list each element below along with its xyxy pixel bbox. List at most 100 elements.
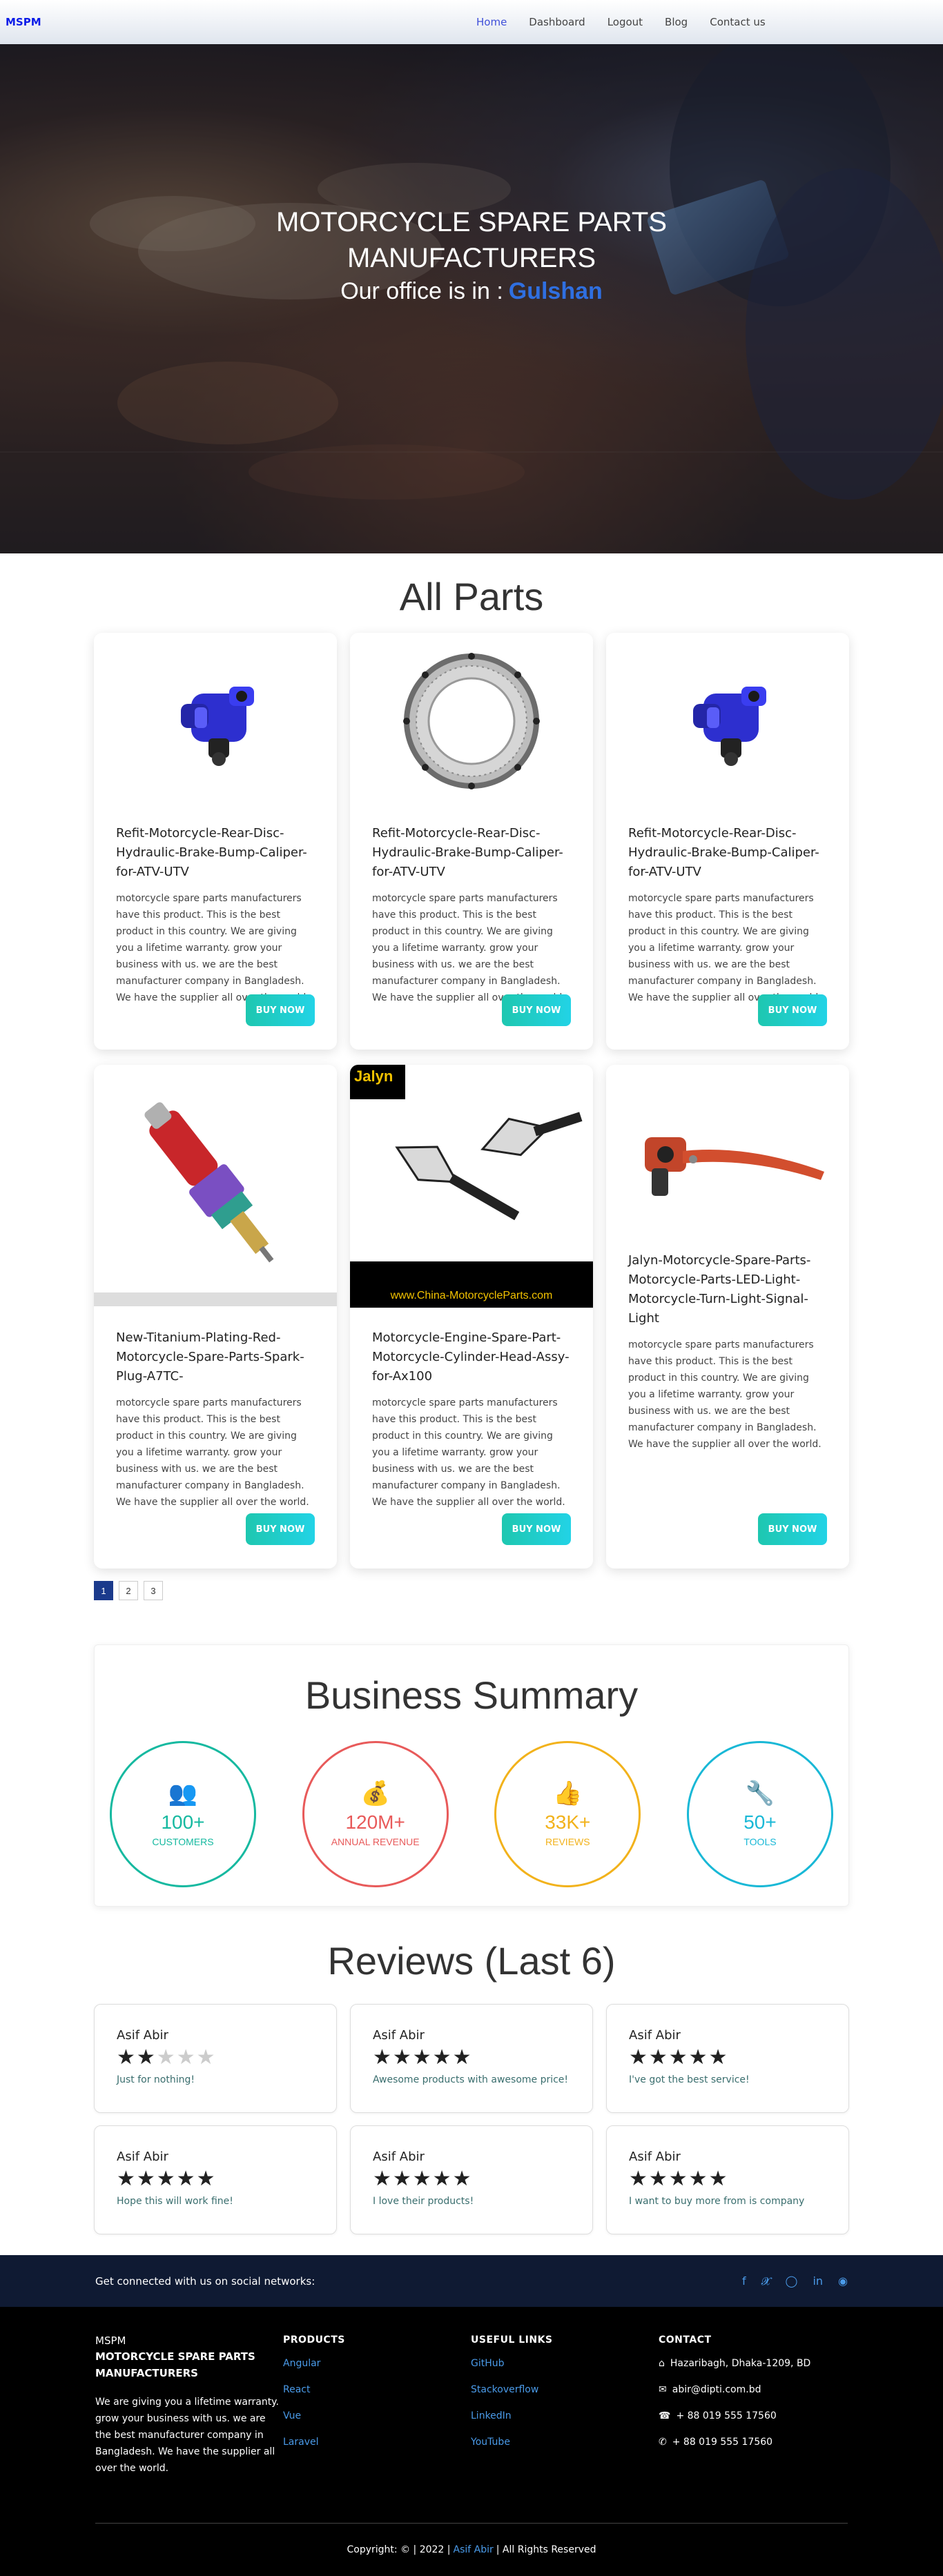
- part-description: motorcycle spare parts manufacturers hav…: [628, 1339, 822, 1450]
- footer-brand: MSPM: [95, 2334, 126, 2347]
- copyright: Copyright: © | 2022 | Asif Abir | All Ri…: [95, 2524, 848, 2576]
- part-name: New-Titanium-Plating-Red-Motorcycle-Spar…: [116, 1330, 304, 1384]
- tools-icon: 🔧: [745, 1780, 775, 1807]
- footer-link-laravel[interactable]: Laravel: [283, 2437, 471, 2448]
- nav-dashboard[interactable]: Dashboard: [529, 16, 585, 28]
- buy-now-button[interactable]: BUY NOW: [758, 994, 827, 1026]
- page-3-button[interactable]: 3: [144, 1581, 163, 1600]
- rating-stars: ★★★★★: [373, 2045, 473, 2069]
- hero-title-line1: MOTORCYCLE SPARE PARTS: [275, 207, 668, 237]
- part-description: motorcycle spare parts manufacturers hav…: [372, 893, 565, 1003]
- contact-email: ✉ abir@dipti.com.bd: [659, 2384, 846, 2395]
- footer-links-title: USEFUL LINKS: [471, 2334, 553, 2346]
- part-card: Refit-Motorcycle-Rear-Disc-Hydraulic-Bra…: [606, 633, 849, 1050]
- part-name: Refit-Motorcycle-Rear-Disc-Hydraulic-Bra…: [372, 826, 563, 879]
- nav-home[interactable]: Home: [476, 16, 507, 28]
- buy-now-button[interactable]: BUY NOW: [502, 1513, 571, 1545]
- review-text: Just for nothing!: [117, 2074, 195, 2085]
- part-description: motorcycle spare parts manufacturers hav…: [628, 893, 822, 1003]
- address-text: Hazaribagh, Dhaka-1209, BD: [670, 2358, 811, 2369]
- footer-link-angular[interactable]: Angular: [283, 2358, 471, 2369]
- page-1-button[interactable]: 1: [94, 1581, 113, 1600]
- footer-link-vue[interactable]: Vue: [283, 2410, 471, 2421]
- stat-tools: 🔧 50+ TOOLS: [686, 1741, 833, 1887]
- review-card: Asif Abir ★★★★★ I've got the best servic…: [606, 2004, 849, 2113]
- twitter-icon[interactable]: 𝓧: [761, 2274, 770, 2288]
- reviewer-name: Asif Abir: [117, 2150, 168, 2164]
- stat-reviews: 👍 33K+ REVIEWS: [494, 1741, 641, 1887]
- spark-plug-image: [94, 1102, 337, 1306]
- linkedin-icon[interactable]: in: [813, 2274, 823, 2288]
- part-image: [94, 1065, 337, 1313]
- nav-logout[interactable]: Logout: [607, 16, 643, 28]
- part-name: Jalyn-Motorcycle-Spare-Parts-Motorcycle-…: [628, 1253, 811, 1326]
- footer-about: MSPM MOTORCYCLE SPARE PARTS MANUFACTURER…: [95, 2334, 283, 2523]
- email-text: abir@dipti.com.bd: [672, 2384, 761, 2395]
- buy-now-button[interactable]: BUY NOW: [246, 994, 315, 1026]
- review-text: Awesome products with awesome price!: [373, 2074, 569, 2085]
- envelope-icon: ✉: [659, 2384, 667, 2395]
- review-card: Asif Abir ★★★★★ Awesome products with aw…: [350, 2004, 593, 2113]
- instagram-icon[interactable]: ◯: [786, 2274, 798, 2288]
- hero-office-city: Gulshan: [508, 278, 603, 304]
- nav-links: Home Dashboard Logout Blog Contact us: [476, 0, 788, 44]
- parts-title: All Parts: [399, 575, 544, 618]
- footer-products: PRODUCTS Angular React Vue Laravel: [283, 2334, 471, 2523]
- part-card: Refit-Motorcycle-Rear-Disc-Hydraulic-Bra…: [94, 633, 337, 1050]
- github-icon[interactable]: ◉: [838, 2274, 848, 2288]
- part-description: motorcycle spare parts manufacturers hav…: [116, 893, 309, 1003]
- nav-blog[interactable]: Blog: [665, 16, 688, 28]
- review-text: I want to buy more from is company: [629, 2196, 805, 2207]
- facebook-icon[interactable]: f: [742, 2274, 746, 2288]
- review-text: I love their products!: [373, 2196, 474, 2207]
- reviewer-name: Asif Abir: [373, 2150, 425, 2164]
- footer-link-github[interactable]: GitHub: [471, 2358, 659, 2369]
- rating-stars: ★★★★★: [629, 2167, 729, 2191]
- reviewer-name: Asif Abir: [117, 2028, 168, 2043]
- whatsapp-icon: ✆: [659, 2437, 667, 2448]
- hero-office: Our office is in : Gulshan: [0, 276, 943, 306]
- phone-icon: ☎: [659, 2410, 671, 2421]
- stat-number: 100+: [161, 1811, 205, 1833]
- footer-link-stackoverflow[interactable]: Stackoverflow: [471, 2384, 659, 2395]
- nav-contact[interactable]: Contact us: [710, 16, 765, 28]
- part-image: Jalyn www.China-MotorcycleParts.com: [350, 1065, 593, 1313]
- pagination: 1 2 3: [94, 1581, 849, 1600]
- part-image: [606, 633, 849, 809]
- brake-lever-image: [645, 1137, 824, 1196]
- hero-title-line2: MANUFACTURERS: [347, 243, 596, 273]
- stat-number: 120M+: [345, 1811, 405, 1833]
- footer-link-youtube[interactable]: YouTube: [471, 2437, 659, 2448]
- brand-logo[interactable]: MSPM: [6, 16, 41, 28]
- turn-signal-illustration: [350, 1065, 593, 1308]
- stat-label: REVIEWS: [545, 1836, 590, 1847]
- footer-link-react[interactable]: React: [283, 2384, 471, 2395]
- contact-whatsapp: ✆ + 88 019 555 17560: [659, 2437, 846, 2448]
- buy-now-button[interactable]: BUY NOW: [758, 1513, 827, 1545]
- footer-link-linkedin[interactable]: LinkedIn: [471, 2410, 659, 2421]
- buy-now-button[interactable]: BUY NOW: [246, 1513, 315, 1545]
- review-text: Hope this will work fine!: [117, 2196, 233, 2207]
- stat-revenue: 💰 120M+ ANNUAL REVENUE: [302, 1741, 449, 1887]
- caliper-image: [181, 686, 254, 766]
- part-description: motorcycle spare parts manufacturers hav…: [116, 1397, 309, 1508]
- hero-office-prefix: Our office is in :: [340, 278, 503, 304]
- hero-banner: MOTORCYCLE SPARE PARTS MANUFACTURERS Our…: [0, 44, 943, 553]
- parts-grid: Refit-Motorcycle-Rear-Disc-Hydraulic-Bra…: [94, 633, 849, 1569]
- business-summary: Business Summary 👥 100+ CUSTOMERS 💰 120M…: [94, 1644, 849, 1907]
- rating-stars: ★★★★★: [373, 2167, 473, 2191]
- page-2-button[interactable]: 2: [119, 1581, 138, 1600]
- reviewer-name: Asif Abir: [629, 2150, 681, 2164]
- stat-number: 50+: [743, 1811, 777, 1833]
- review-card: Asif Abir ★★★★★ Just for nothing!: [94, 2004, 337, 2113]
- part-image: [350, 633, 593, 809]
- footer-contact: CONTACT ⌂ Hazaribagh, Dhaka-1209, BD ✉ abi…: [659, 2334, 846, 2523]
- stat-label: CUSTOMERS: [152, 1836, 214, 1847]
- part-image: [606, 1065, 849, 1251]
- social-icons: f 𝓧 ◯ in ◉: [742, 2274, 848, 2288]
- jalyn-logo-text: Jalyn: [354, 1068, 393, 1085]
- copyright-author-link[interactable]: Asif Abir: [454, 2544, 494, 2555]
- footer-brand-full: MOTORCYCLE SPARE PARTS MANUFACTURERS: [95, 2350, 255, 2379]
- buy-now-button[interactable]: BUY NOW: [502, 994, 571, 1026]
- part-card: Refit-Motorcycle-Rear-Disc-Hydraulic-Bra…: [350, 633, 593, 1050]
